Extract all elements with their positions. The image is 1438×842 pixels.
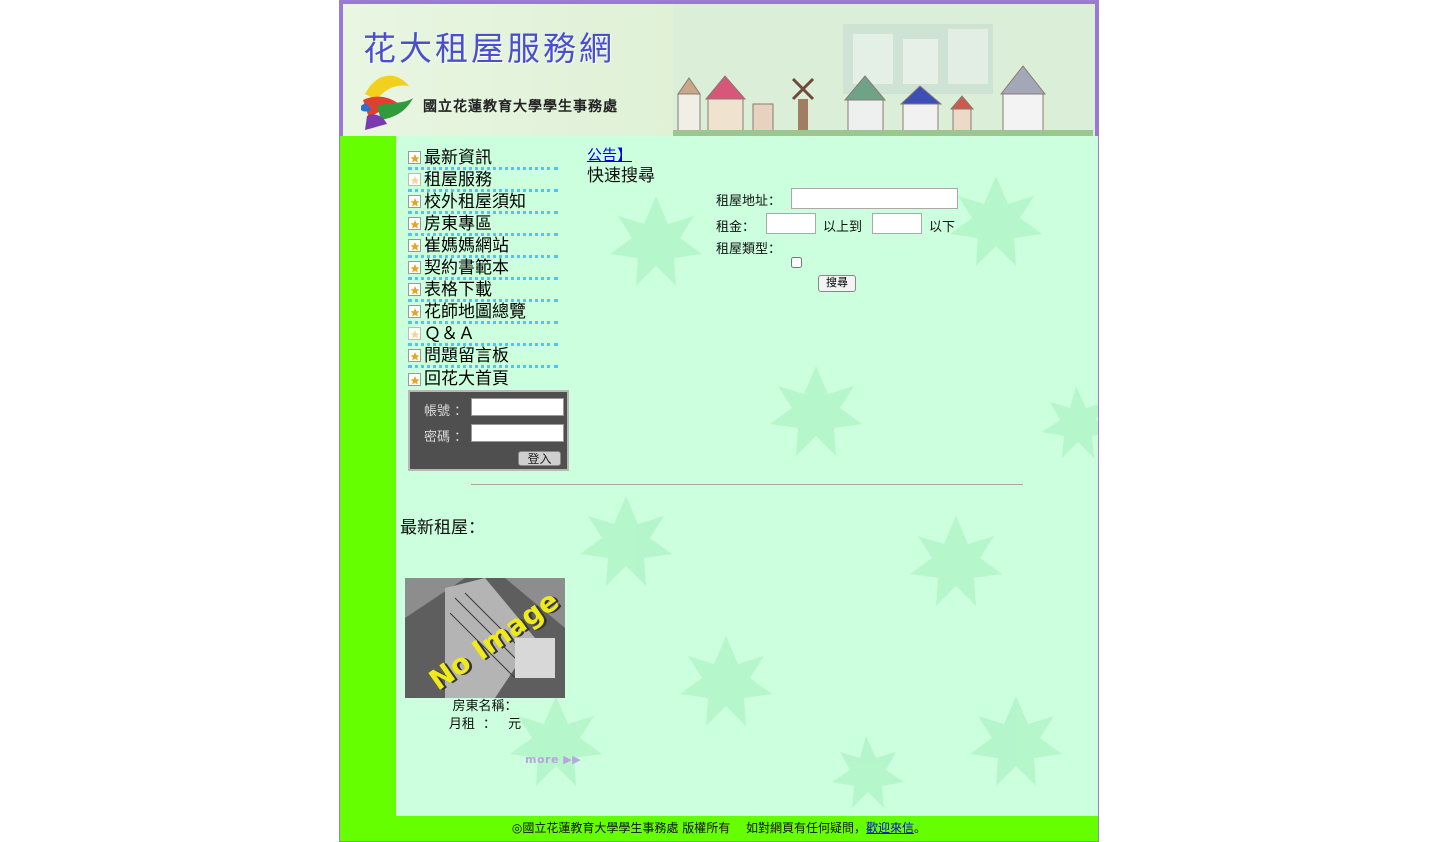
- star-folder-icon: [408, 372, 421, 386]
- menu-item-landlord-area[interactable]: 房東專區: [408, 214, 558, 236]
- password-label: 密碼 ：: [424, 430, 468, 445]
- menu-item-rental-service[interactable]: 租屋服務: [408, 170, 558, 192]
- address-label: 租屋地址：: [716, 194, 782, 209]
- latest-rentals-title: 最新租屋：: [400, 518, 485, 538]
- monthly-rent: 月租 ： 元: [405, 716, 565, 734]
- menu-item-offcampus-notice[interactable]: 校外租屋須知: [408, 192, 558, 214]
- banner-scenery: [673, 4, 1093, 136]
- quick-search-form: 租屋地址： 租金： 以上到 以下 租屋類型： 搜尋: [716, 188, 976, 298]
- quick-search-title: 快速搜尋: [587, 166, 655, 186]
- star-folder-icon: [408, 239, 421, 252]
- rental-type-checkbox[interactable]: [791, 257, 802, 268]
- landlord-name-label: 房東名稱：: [452, 699, 518, 714]
- star-folder-icon: [408, 349, 421, 362]
- star-folder-icon: [408, 261, 421, 274]
- landlord-name: 房東名稱：: [405, 698, 565, 716]
- menu-item-message-board[interactable]: 問題留言板: [408, 346, 558, 368]
- page-frame: 花大租屋服務網 國立花蓮教育大學學生事務處 最新資訊 租屋服務 校外租屋須知 房…: [339, 0, 1099, 842]
- main-content: 最新資訊 租屋服務 校外租屋須知 房東專區 崔媽媽網站 契約書範本 表格下載 花…: [396, 136, 1098, 816]
- monthly-rent-unit: 元: [508, 717, 522, 732]
- footer-end: 。: [914, 821, 927, 835]
- menu-label: 契約書範本: [424, 257, 509, 278]
- star-folder-icon: [408, 305, 421, 318]
- search-button[interactable]: 搜尋: [818, 275, 856, 292]
- footer-copyright: ◎國立花蓮教育大學學生事務處 版權所有 如對網頁有任何疑問，: [511, 821, 867, 835]
- rent-below-label: 以下: [929, 220, 956, 235]
- menu-item-form-download[interactable]: 表格下載: [408, 280, 558, 302]
- menu-label: Ｑ＆Ａ: [424, 323, 475, 344]
- menu-item-tsuei-mama-site[interactable]: 崔媽媽網站: [408, 236, 558, 258]
- horizontal-divider: [471, 484, 1023, 485]
- account-input[interactable]: [471, 398, 564, 416]
- rental-type-label: 租屋類型：: [716, 242, 782, 257]
- menu-item-campus-map[interactable]: 花師地圖總覽: [408, 302, 558, 324]
- star-folder-icon: [408, 151, 421, 164]
- site-title: 花大租屋服務網: [363, 29, 615, 68]
- menu-label: 房東專區: [424, 213, 492, 234]
- rent-to-label: 以上到: [823, 220, 863, 235]
- menu-item-contract-sample[interactable]: 契約書範本: [408, 258, 558, 280]
- monthly-rent-separator: ：: [482, 717, 496, 732]
- password-input[interactable]: [471, 424, 564, 442]
- address-input[interactable]: [791, 188, 958, 209]
- star-folder-icon: [408, 217, 421, 230]
- side-menu: 最新資訊 租屋服務 校外租屋須知 房東專區 崔媽媽網站 契約書範本 表格下載 花…: [408, 148, 558, 390]
- site-subtitle: 國立花蓮教育大學學生事務處: [423, 99, 618, 115]
- star-folder-icon: [408, 173, 421, 186]
- site-banner: 花大租屋服務網 國立花蓮教育大學學生事務處: [340, 1, 1098, 136]
- menu-label: 最新資訊: [424, 147, 492, 168]
- rent-label: 租金：: [716, 220, 756, 235]
- menu-item-latest-news[interactable]: 最新資訊: [408, 148, 558, 170]
- university-logo: [361, 75, 413, 130]
- login-button[interactable]: 登入: [518, 451, 561, 466]
- rent-max-input[interactable]: [872, 213, 922, 234]
- account-label: 帳號 ：: [424, 404, 468, 419]
- more-link[interactable]: more ▶▶: [525, 753, 581, 766]
- menu-label: 表格下載: [424, 279, 492, 300]
- footer: ◎國立花蓮教育大學學生事務處 版權所有 如對網頁有任何疑問，歡迎來信。: [340, 816, 1098, 841]
- menu-item-university-home[interactable]: 回花大首頁: [408, 368, 558, 390]
- contact-link[interactable]: 歡迎來信: [866, 821, 914, 835]
- menu-label: 校外租屋須知: [424, 191, 526, 212]
- rental-listing-card[interactable]: No Image 房東名稱： 月租 ： 元: [405, 578, 565, 734]
- star-folder-icon: [408, 195, 421, 208]
- star-folder-icon: [408, 283, 421, 296]
- star-folder-icon: [408, 327, 421, 340]
- menu-label: 崔媽媽網站: [424, 235, 509, 256]
- login-box: 帳號 ： 密碼 ： 登入: [408, 390, 569, 471]
- menu-label: 問題留言板: [424, 345, 509, 366]
- menu-item-qa[interactable]: Ｑ＆Ａ: [408, 324, 558, 346]
- monthly-rent-label: 月租: [448, 717, 475, 732]
- listing-photo-placeholder[interactable]: No Image: [405, 578, 565, 698]
- menu-label: 租屋服務: [424, 169, 492, 190]
- left-side-bar: [340, 136, 396, 816]
- rent-min-input[interactable]: [766, 213, 816, 234]
- menu-label: 花師地圖總覽: [424, 301, 526, 322]
- menu-label: 回花大首頁: [424, 369, 509, 389]
